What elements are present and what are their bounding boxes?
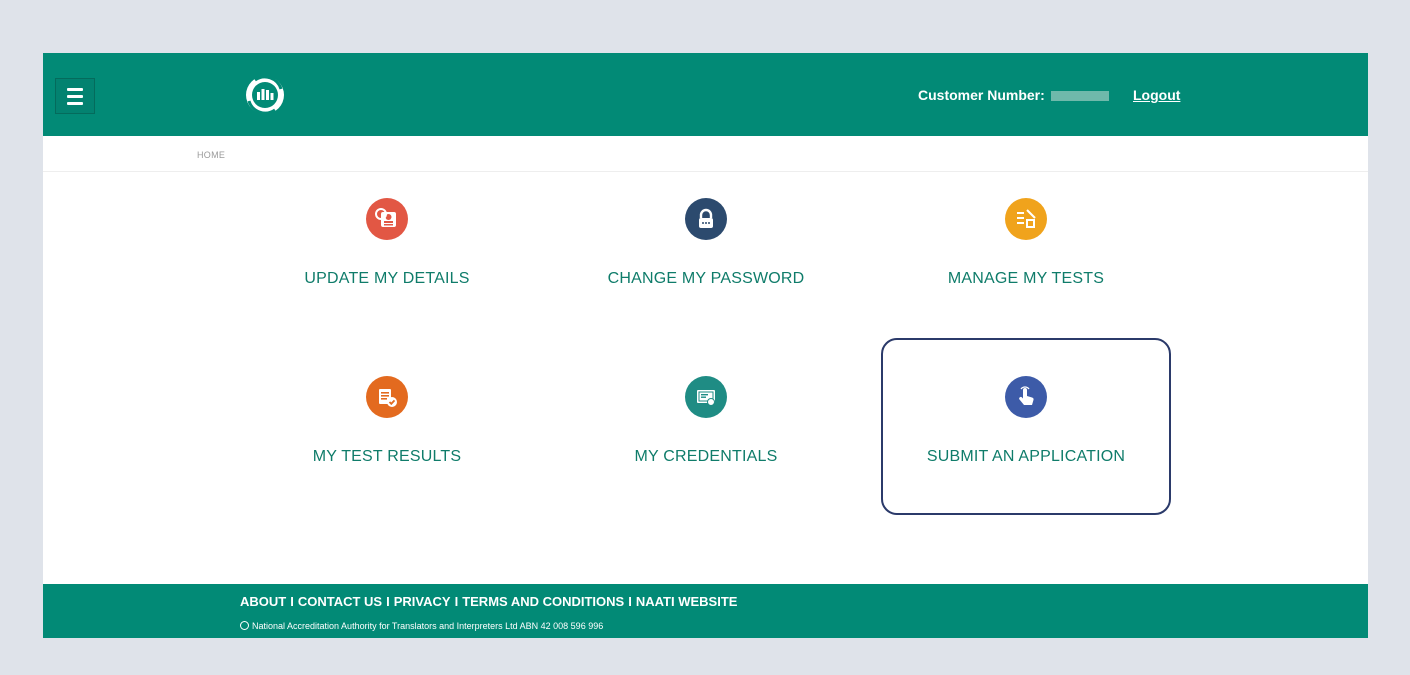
tile-submit-an-application[interactable]: SUBMIT AN APPLICATION [906, 376, 1146, 526]
footer-separator: I [454, 594, 459, 609]
footer-separator: I [386, 594, 390, 609]
tile-label: MY CREDENTIALS [634, 448, 778, 465]
tile-change-my-password[interactable]: CHANGE MY PASSWORD [586, 198, 826, 348]
customer-number-redacted [1050, 91, 1109, 102]
footer-links: ABOUT I CONTACT US I PRIVACY I TERMS AND CONDI… [240, 594, 737, 609]
customer-number-label: Customer Number: [918, 87, 1045, 103]
page-frame: Customer Number: Logout HOME UPDATE MY D… [43, 53, 1368, 638]
footer: ABOUT I CONTACT US I PRIVACY I TERMS AND CONDI… [43, 584, 1368, 638]
padlock-icon [685, 198, 727, 240]
hamburger-menu-icon[interactable] [55, 78, 95, 114]
tile-label: CHANGE MY PASSWORD [607, 270, 805, 287]
footer-separator: I [290, 594, 294, 609]
logout-link[interactable]: Logout [1133, 87, 1180, 103]
tile-label: MY TEST RESULTS [312, 448, 462, 465]
tile-manage-my-tests[interactable]: MANAGE MY TESTS [906, 198, 1146, 348]
id-card-icon [366, 198, 408, 240]
footer-link-privacy[interactable]: PRIVACY [394, 594, 451, 609]
top-header: Customer Number: Logout [43, 53, 1368, 136]
copyright-icon [240, 621, 249, 630]
footer-link-naati-website[interactable]: NAATI WEBSITE [636, 594, 738, 609]
footer-link-about[interactable]: ABOUT [240, 594, 286, 609]
tile-label: MANAGE MY TESTS [947, 270, 1105, 287]
copyright-text: National Accreditation Authority for Tra… [240, 621, 603, 631]
footer-separator: I [628, 594, 632, 609]
hand-pointer-icon [1005, 376, 1047, 418]
checklist-icon [1005, 198, 1047, 240]
tile-my-credentials[interactable]: MY CREDENTIALS [586, 376, 826, 526]
footer-link-contact-us[interactable]: CONTACT US [298, 594, 382, 609]
tile-label: SUBMIT AN APPLICATION [926, 448, 1126, 465]
naati-logo-icon[interactable] [245, 75, 285, 115]
footer-link-terms-and-conditions[interactable]: TERMS AND CONDITIONS [462, 594, 624, 609]
breadcrumb: HOME [43, 136, 1368, 172]
tile-label: UPDATE MY DETAILS [304, 270, 470, 287]
tile-my-test-results[interactable]: MY TEST RESULTS [267, 376, 507, 526]
breadcrumb-home[interactable]: HOME [197, 150, 225, 160]
customer-number: Customer Number: [918, 87, 1115, 103]
copyright-label: National Accreditation Authority for Tra… [252, 621, 604, 631]
document-check-icon [366, 376, 408, 418]
certificate-icon [685, 376, 727, 418]
tile-update-my-details[interactable]: UPDATE MY DETAILS [267, 198, 507, 348]
